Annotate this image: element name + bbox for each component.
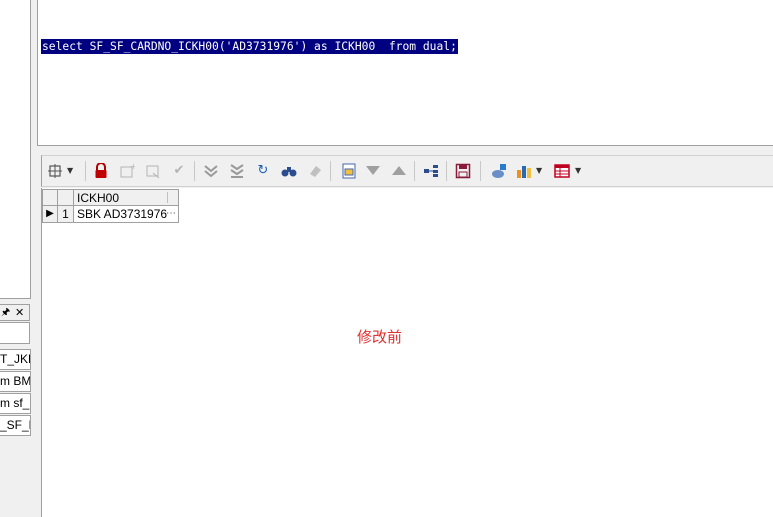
post-changes-icon[interactable]: ✔ [170,162,188,180]
object-browser-panel: 🖈 ✕ T_JKR m BM m sf_k _SF_D [0,0,37,517]
svg-text:+: + [130,163,135,171]
table-row[interactable]: ▶ 1 SBK AD3731976 ⋯ [42,206,179,223]
column-resize-handle[interactable] [167,192,178,203]
toolbar-separator [330,161,331,181]
find-icon[interactable] [280,162,298,180]
insert-record-icon[interactable]: + [118,162,136,180]
sort-icon[interactable] [390,162,408,180]
chevron-down-icon[interactable]: ▼ [536,162,542,180]
clear-icon[interactable] [306,162,324,180]
object-filter-input[interactable] [0,322,30,344]
row-pointer-icon: ▶ [42,206,58,223]
object-browser-tree[interactable] [0,0,31,299]
grid-corner [42,189,58,206]
save-icon[interactable] [454,162,472,180]
chevron-down-icon[interactable]: ▼ [67,162,73,180]
results-toolbar: ▼ + ✔ ↻ ▼ ▼ [41,155,773,187]
close-icon[interactable]: ✕ [15,305,24,320]
row-number-header [58,189,74,206]
refresh-icon[interactable]: ↻ [254,162,272,180]
sql-editor[interactable]: select SF_SF_CARDNO_ICKH00('AD3731976') … [37,0,773,146]
annotation-text: 修改前 [357,328,403,346]
list-item[interactable]: m sf_k [0,393,31,414]
table-view-icon[interactable] [553,162,571,180]
chevron-down-icon[interactable]: ▼ [575,162,581,180]
fetch-last-icon[interactable] [228,162,246,180]
lock-icon[interactable] [92,162,110,180]
chart-icon[interactable] [515,162,533,180]
list-item[interactable]: m BM [0,371,31,392]
list-item[interactable]: T_JKR [0,349,31,370]
toolbar-separator [194,161,195,181]
filter-icon[interactable] [364,162,382,180]
panel-header: 🖈 ✕ [0,304,30,321]
column-header-ickh00[interactable]: ICKH00 [74,189,179,206]
fetch-next-icon[interactable] [202,162,220,180]
toolbar-separator [414,161,415,181]
cell-editor-button[interactable]: ⋯ [166,206,176,222]
splitter[interactable] [37,146,773,154]
toolbar-separator [446,161,447,181]
selected-sql-line[interactable]: select SF_SF_CARDNO_ICKH00('AD3731976') … [41,39,458,54]
row-number: 1 [58,206,74,223]
grid-header-row: ICKH00 [42,189,179,206]
object-list: T_JKR m BM m sf_k _SF_D [0,349,31,437]
toolbar-separator [480,161,481,181]
results-pane: ICKH00 ▶ 1 SBK AD3731976 ⋯ 修改前 [41,188,773,517]
record-tree-icon[interactable] [422,162,440,180]
list-item[interactable]: _SF_D [0,415,31,436]
export-icon[interactable] [490,162,508,180]
pin-icon[interactable]: 🖈 [1,305,10,320]
table-cell[interactable]: SBK AD3731976 ⋯ [74,206,179,223]
results-grid: ICKH00 ▶ 1 SBK AD3731976 ⋯ [42,189,179,223]
toolbar-separator [85,161,86,181]
query-by-example-icon[interactable] [340,162,358,180]
delete-record-icon[interactable] [144,162,162,180]
grid-options-icon[interactable] [46,162,64,180]
